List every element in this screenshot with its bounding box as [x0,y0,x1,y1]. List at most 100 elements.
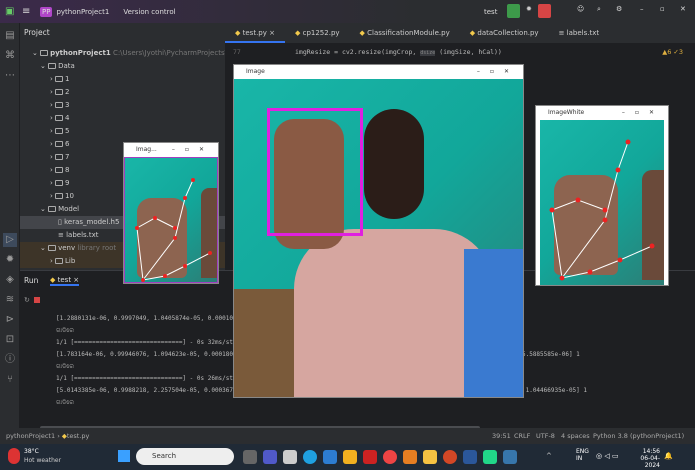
run-label: Run [24,276,39,285]
start-button[interactable] [118,450,130,462]
python-packages-icon[interactable]: ◈ [3,273,17,287]
maximize-button[interactable]: ▫ [660,5,665,13]
console-line: 1/1 [==============================] - 0… [56,339,241,346]
git-icon[interactable]: ⑂ [3,373,17,387]
window-title: Image [246,68,265,75]
terminal-icon[interactable]: ⊡ [3,333,17,347]
image-crop-window[interactable]: Imag... –▫✕ [123,142,219,284]
image-window[interactable]: Image –▫✕ [233,64,524,398]
taskbar-search[interactable]: Search [136,448,234,465]
notification-icon[interactable]: 🔔 [664,452,673,460]
encoding[interactable]: UTF-8 [536,428,555,444]
tool-window-bar: ▤ ⌘ ⋯ ▷ ✹ ◈ ≋ ⊳ ⊡ ⓘ ⑂ [0,23,20,428]
more-icon[interactable]: ⋯ [3,69,17,83]
window-controls[interactable]: –▫✕ [622,106,664,120]
status-bar: pythonProject1 › ◆test.py 39:51 CRLF UTF… [0,428,695,444]
hand-bounding-box [267,108,363,236]
pycharm-icon[interactable] [483,450,497,464]
search-icon[interactable]: ⌕ [597,5,601,14]
weather-text[interactable]: Hot weather [24,457,61,464]
run-config-selector[interactable]: test [484,8,497,16]
tree-folder-data[interactable]: ⌄ Data [20,60,225,73]
image-white-window[interactable]: ImageWhite –▫✕ [535,105,669,286]
project-panel-title[interactable]: Project [24,28,50,37]
tab-data-collection[interactable]: ◆ dataCollection.py [460,23,549,43]
console-line: ଗାଡିରେ [56,327,74,334]
code-line[interactable]: imgResize = cv2.resize(imgCrop, dsize (i… [295,48,502,56]
app-icon[interactable] [343,450,357,464]
window-controls[interactable]: –▫✕ [172,143,214,157]
line-number: 77 [233,48,241,56]
window-title: ImageWhite [548,109,585,116]
debug-tool-icon[interactable]: ✹ [3,253,17,267]
tree-root[interactable]: ⌄ pythonProject1 C:\Users\Jyothi\Pycharm… [20,47,269,60]
close-button[interactable]: ✕ [680,5,686,13]
layers-icon[interactable]: ≋ [3,293,17,307]
breadcrumb[interactable]: pythonProject1 › ◆test.py [6,428,89,444]
temperature[interactable]: 38°C [24,448,39,455]
project-selector[interactable]: pythonProject1 [56,8,109,16]
window-controls[interactable]: –▫✕ [477,65,519,79]
mail-icon[interactable] [323,450,337,464]
line-separator[interactable]: CRLF [514,428,530,444]
teams-icon[interactable] [263,450,277,464]
network-volume-icon[interactable]: ◎ ◁ ▭ [596,452,619,460]
tray-overflow-icon[interactable]: ^ [546,452,552,460]
chrome-icon[interactable] [383,450,397,464]
tab-classification-module[interactable]: ◆ ClassificationModule.py [350,23,460,43]
clock[interactable]: 14:56 06-04-2024 [630,448,660,469]
word-icon[interactable] [463,450,477,464]
mcafee-icon[interactable] [363,450,377,464]
tree-folder[interactable]: › 2 [20,86,225,99]
minimize-button[interactable]: – [640,5,644,13]
run-tool-icon[interactable]: ▷ [3,233,17,247]
edge-icon[interactable] [303,450,317,464]
cursor-position[interactable]: 39:51 [492,428,511,444]
project-badge: PP [40,6,53,17]
editor-tabs: ◆ test.py × ◆ cp1252.py ◆ Classification… [225,23,695,43]
console-line: ଗାଡିରେ [56,399,74,406]
xampp-icon[interactable] [403,450,417,464]
main-menu-icon[interactable]: ≡ [22,6,30,17]
app-icon: ▣ [5,6,15,17]
project-tool-icon[interactable]: ▤ [3,29,17,43]
inspections-widget[interactable]: ▲6 ✓3 [662,48,683,56]
settings-icon[interactable]: ⚙ [616,5,622,13]
tree-folder[interactable]: › 3 [20,99,225,112]
window-titlebar: ImageWhite –▫✕ [536,106,668,120]
camera-feed [234,79,523,397]
root-label: pythonProject1 [50,49,111,57]
vcs-menu[interactable]: Version control [123,8,175,16]
window-title: Imag... [136,146,157,153]
taskbar: 38°C Hot weather Search ^ ENG IN ◎ ◁ ▭ 14… [0,444,695,470]
stop-button[interactable] [538,4,551,18]
language-indicator[interactable]: ENG IN [576,448,589,462]
rerun-button[interactable] [507,4,520,18]
window-titlebar: Imag... –▫✕ [124,143,218,157]
rerun-icon[interactable]: ↻ [24,296,30,304]
file-explorer-icon[interactable] [423,450,437,464]
run-tab-test[interactable]: ◆ test × [50,276,80,286]
services-icon[interactable]: ⊳ [3,313,17,327]
task-view-icon[interactable] [243,450,257,464]
tree-folder[interactable]: › 4 [20,112,225,125]
tab-cp1252[interactable]: ◆ cp1252.py [285,23,350,43]
powerpoint-icon[interactable] [443,450,457,464]
interpreter[interactable]: Python 3.8 (pythonProject1) [593,428,684,444]
console-line: ଗାଡିରେ [56,363,74,370]
account-icon[interactable]: ☺ [577,5,584,13]
tab-labels[interactable]: ≡ labels.txt [549,23,610,43]
weather-icon [8,448,20,464]
problems-icon[interactable]: ⓘ [3,353,17,367]
structure-icon[interactable]: ⌘ [3,49,17,63]
indent[interactable]: 4 spaces [561,428,590,444]
tree-folder[interactable]: › 5 [20,125,225,138]
debug-icon[interactable]: ✹ [526,5,532,13]
python-icon[interactable] [503,450,517,464]
hand-landmarks-view [124,157,218,283]
taskbar-apps [240,450,520,464]
tree-folder[interactable]: › 1 [20,73,225,86]
store-icon[interactable] [283,450,297,464]
stop-icon[interactable] [34,297,40,303]
tab-test-py[interactable]: ◆ test.py × [225,23,285,43]
